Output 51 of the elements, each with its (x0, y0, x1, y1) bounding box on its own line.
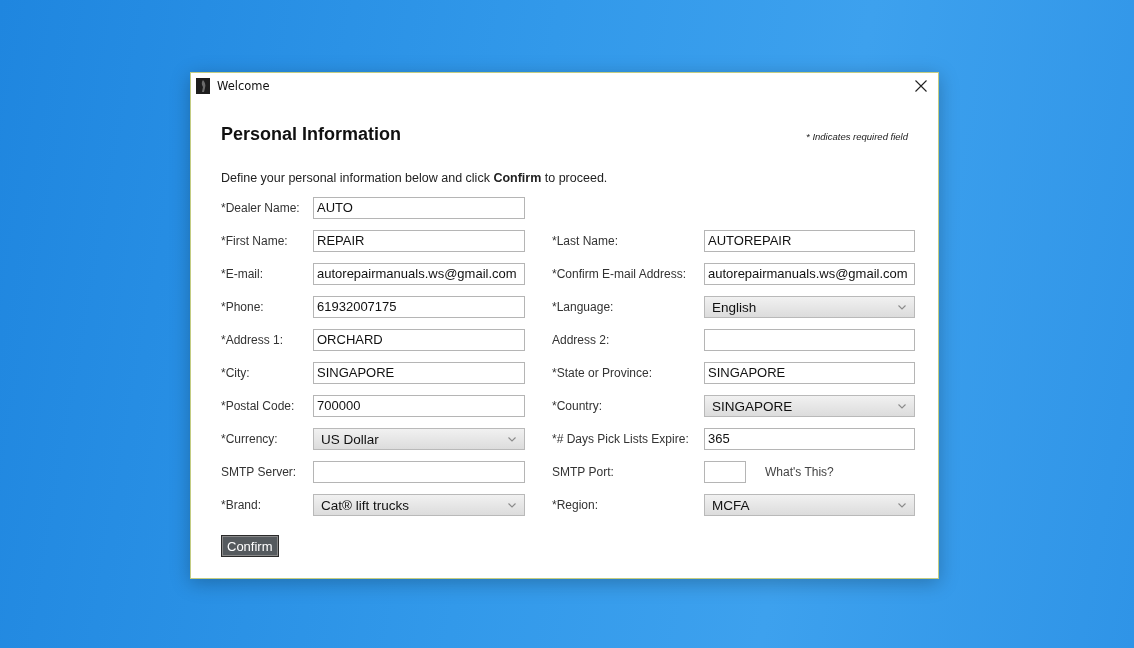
dropdown[interactable]: Cat® lift trucks (313, 494, 525, 516)
text-field[interactable]: autorepairmanuals.ws@gmail.com (704, 263, 915, 285)
section-heading: Personal Information (221, 123, 402, 145)
dropdown[interactable]: SINGAPORE (704, 395, 915, 417)
text-field[interactable] (704, 329, 915, 351)
field-label: *Address 1: (221, 333, 284, 347)
text-field[interactable]: AUTO (313, 197, 525, 219)
field-label: *Postal Code: (221, 399, 295, 413)
text-field[interactable]: REPAIR (313, 230, 525, 252)
field-label: *Last Name: (552, 234, 619, 248)
text-field[interactable] (704, 461, 746, 483)
field-label: *Dealer Name: (221, 201, 300, 215)
field-label: *# Days Pick Lists Expire: (552, 432, 689, 446)
field-label: *Brand: (221, 498, 262, 512)
required-note: * Indicates required field (806, 131, 908, 142)
text-field[interactable]: SINGAPORE (704, 362, 915, 384)
field-label: SMTP Server: (221, 465, 297, 479)
chevron-icon (508, 436, 516, 442)
text-field[interactable]: autorepairmanuals.ws@gmail.com (313, 263, 525, 285)
field-label: *Phone: (221, 300, 264, 314)
text-field[interactable]: SINGAPORE (313, 362, 525, 384)
field-label: SMTP Port: (552, 465, 614, 479)
text-field[interactable]: 61932007175 (313, 296, 525, 318)
text-field[interactable]: ORCHARD (313, 329, 525, 351)
chevron-icon (898, 304, 906, 310)
text-field[interactable]: AUTOREPAIR (704, 230, 915, 252)
field-label: *Region: (552, 498, 599, 512)
field-label: Address 2: (552, 333, 610, 347)
field-label: *Language: (552, 300, 614, 314)
close-icon[interactable] (915, 80, 927, 92)
chevron-icon (898, 502, 906, 508)
confirm-button[interactable]: Confirm (221, 535, 279, 557)
text-field[interactable] (313, 461, 525, 483)
field-label: *Currency: (221, 432, 278, 446)
field-label: *State or Province: (552, 366, 653, 380)
chevron-icon (898, 403, 906, 409)
field-label: *Confirm E-mail Address: (552, 267, 687, 281)
text-field[interactable]: 700000 (313, 395, 525, 417)
field-label: *First Name: (221, 234, 288, 248)
dropdown[interactable]: MCFA (704, 494, 915, 516)
dropdown[interactable]: US Dollar (313, 428, 525, 450)
field-label: *City: (221, 366, 250, 380)
text-field[interactable]: 365 (704, 428, 915, 450)
help-link[interactable]: What's This? (765, 465, 834, 479)
instructions-text: Define your personal information below and click Confirm to proceed. (221, 170, 609, 186)
field-label: *E-mail: (221, 267, 263, 281)
dropdown[interactable]: English (704, 296, 915, 318)
app-icon (196, 78, 210, 94)
field-label: *Country: (552, 399, 603, 413)
chevron-icon (508, 502, 516, 508)
window-title: Welcome (217, 79, 270, 93)
